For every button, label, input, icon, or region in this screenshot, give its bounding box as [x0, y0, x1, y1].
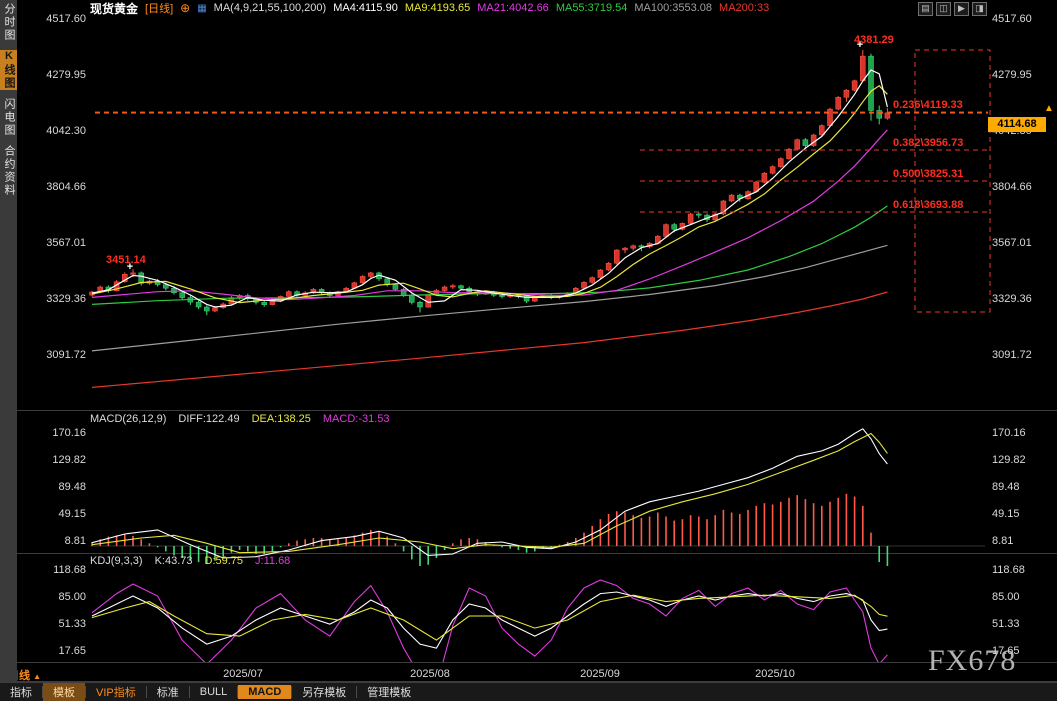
axis-label: 8.81 — [65, 535, 86, 547]
axis-label: 3804.66 — [46, 181, 86, 193]
axis-label: 89.48 — [58, 481, 86, 493]
axis-label: 51.33 — [58, 618, 86, 630]
ma-legend-value: MA21:4042.66 — [477, 2, 549, 14]
watermark: FX678 — [928, 644, 1017, 677]
kdj-legend: KDJ(9,3,3) K:43.73 D:59.75 J:11.68 — [90, 555, 290, 567]
ma-line-MA4 — [91, 69, 888, 308]
axis-label: 129.82 — [992, 454, 1026, 466]
axis-label: 2025/07 — [223, 668, 263, 680]
swing-high-label: 3451.14 — [106, 254, 146, 266]
axis-label: 3091.72 — [46, 349, 86, 361]
layout-columns-icon[interactable]: ◫ — [936, 2, 951, 16]
ma-legend-value: MA100:3553.08 — [634, 2, 713, 14]
peak-price-label: 4381.29 — [854, 34, 894, 46]
last-price-tag: 4114.68 — [988, 117, 1046, 132]
kdj-k-line — [91, 591, 888, 649]
forward-icon[interactable]: ▶ — [954, 2, 969, 16]
ma-settings-label: MA(4,9,21,55,100,200) — [213, 2, 327, 14]
axis-label: 3329.36 — [46, 293, 86, 305]
kdj-d-line — [91, 594, 888, 641]
axis-label: 8.81 — [992, 535, 1013, 547]
axis-label: 118.68 — [992, 564, 1025, 576]
sidebar-item-K线图[interactable]: K线图 — [0, 50, 17, 90]
toolbar-tab-另存模板[interactable]: 另存模板 — [292, 683, 356, 701]
kdj-legend-value: K:43.73 — [154, 555, 193, 567]
sidebar: 分时图 K线图闪电图合约资料 — [0, 0, 17, 683]
chevron-up-icon: ▲ — [33, 672, 41, 681]
ma-legend-value: MA4:4115.90 — [333, 2, 398, 14]
toolbar-tab-MACD[interactable]: MACD — [238, 685, 292, 699]
ma-legend-value: MA200:33 — [719, 2, 770, 14]
axis-label: 4279.95 — [46, 69, 86, 81]
toolbar-tab-标准[interactable]: 标准 — [147, 683, 189, 701]
fib-level-label: 0.618\3693.88 — [893, 199, 964, 211]
period-label[interactable]: [日线] — [145, 1, 173, 15]
toolbar-tab-VIP指标[interactable]: VIP指标 — [86, 683, 146, 701]
macd-legend: MACD(26,12,9) DIFF:122.49 DEA:138.25 MACD:-… — [90, 413, 390, 425]
axis-label: 51.33 — [992, 618, 1020, 630]
toolbar-tab-指标[interactable]: 指标 — [0, 683, 42, 701]
axis-label: 85.00 — [58, 591, 86, 603]
ma-line-MA21 — [91, 129, 888, 301]
axis-label: 4042.30 — [46, 125, 86, 137]
fib-level-label: 0.382\3956.73 — [893, 137, 964, 149]
macd-legend-value: MACD(26,12,9) — [90, 413, 167, 425]
axis-label: 3567.01 — [992, 237, 1032, 249]
axis-label: 3329.36 — [992, 293, 1032, 305]
toolbar-tab-BULL[interactable]: BULL — [190, 685, 238, 699]
macd-legend-value: DIFF:122.49 — [178, 413, 240, 425]
ma-legend: MA4:4115.90 MA9:4193.65 MA21:4042.66 MA55:3… — [333, 2, 769, 14]
macd-diff-line — [91, 428, 888, 559]
axis-label: 4279.95 — [992, 69, 1032, 81]
sidebar-item-分时图[interactable]: 分时图 — [0, 3, 17, 42]
sidebar-item-合约资料[interactable]: 合约资料 — [0, 145, 17, 197]
fib-level-label: 0.236\4119.33 — [893, 99, 963, 111]
axis-label: 49.15 — [58, 508, 86, 520]
toolbar-tab-模板[interactable]: 模板 — [43, 683, 85, 701]
toolbar-tab-管理模板[interactable]: 管理模板 — [357, 683, 421, 701]
axis-label: 118.68 — [53, 564, 86, 576]
trading-app-window: { "sidebar": { "items": [ {"label": "分时图… — [0, 0, 1057, 701]
kdj-legend-value: KDJ(9,3,3) — [90, 555, 143, 567]
macd-legend-value: MACD:-31.53 — [322, 413, 390, 425]
window-controls: ▤ ◫ ▶ ◨ — [918, 2, 987, 16]
kdj-legend-value: J:11.68 — [255, 555, 291, 567]
macd-dea-line — [91, 432, 888, 554]
axis-label: 170.16 — [992, 427, 1026, 439]
indicator-icon[interactable]: ▦ — [197, 3, 206, 14]
ma-line-MA9 — [91, 85, 888, 304]
axis-label: 49.15 — [992, 508, 1020, 520]
axis-label: 2025/10 — [755, 668, 795, 680]
axis-label: 2025/09 — [580, 668, 620, 680]
ma-legend-value: MA55:3719.54 — [555, 2, 628, 14]
ma-line-MA55 — [91, 205, 888, 305]
price-up-arrow-icon: ▲ — [1044, 103, 1054, 114]
layout-grid-icon[interactable]: ▤ — [918, 2, 933, 16]
kdj-legend-value: D:59.75 — [204, 555, 244, 567]
ma-line-MA100 — [91, 244, 888, 352]
axis-label: 3804.66 — [992, 181, 1032, 193]
symbol-name: 现货黄金 — [90, 1, 139, 16]
axis-label: 4517.60 — [46, 13, 86, 25]
axis-label: 129.82 — [52, 454, 86, 466]
axis-label: 3567.01 — [46, 237, 86, 249]
axis-label: 2025/08 — [410, 668, 450, 680]
axis-label: 85.00 — [992, 591, 1020, 603]
axis-label: 17.65 — [58, 645, 86, 657]
sidebar-item-闪电图[interactable]: 闪电图 — [0, 98, 17, 137]
axis-label: 89.48 — [992, 481, 1020, 493]
circle-plus-icon[interactable]: ⊕ — [180, 1, 190, 15]
ma-legend-value: MA9:4193.65 — [404, 2, 471, 14]
chart-header: 现货黄金 [日线] ⊕ ▦ MA(4,9,21,55,100,200) MA4:… — [90, 1, 912, 15]
bottom-toolbar: 指标 模板 VIP指标 标准 BULL MACD 另存模板 管理模板 — [0, 682, 1057, 701]
fib-level-label: 0.500\3825.31 — [893, 168, 964, 180]
panel-right-icon[interactable]: ◨ — [972, 2, 987, 16]
axis-label: 3091.72 — [992, 349, 1032, 361]
axis-label: 170.16 — [52, 427, 86, 439]
axis-label: 4517.60 — [992, 13, 1032, 25]
macd-legend-value: DEA:138.25 — [251, 413, 311, 425]
